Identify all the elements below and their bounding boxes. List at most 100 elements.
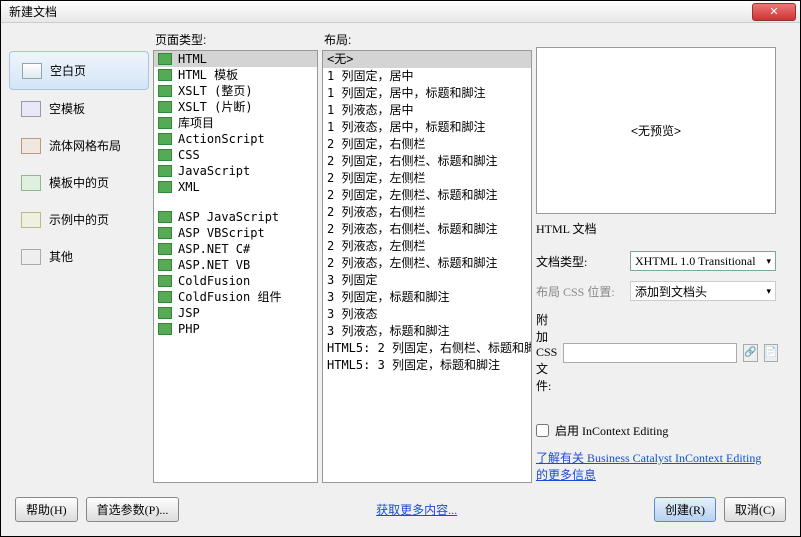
preview-box: <无预览>	[536, 47, 776, 214]
category-label: 空模板	[49, 100, 85, 117]
layout-list[interactable]: <无>1 列固定，居中1 列固定，居中，标题和脚注1 列液态，居中1 列液态，居…	[322, 50, 532, 483]
create-button[interactable]: 创建(R)	[654, 497, 716, 522]
pagetype-item-label: PHP	[178, 322, 200, 336]
layout-item[interactable]: 1 列固定，居中	[323, 68, 531, 85]
layout-item[interactable]: 2 列液态，左侧栏、标题和脚注	[323, 255, 531, 272]
pagetype-item[interactable]: HTML	[154, 51, 317, 67]
file-icon	[158, 165, 172, 177]
pagetype-list[interactable]: HTML HTML 模板 XSLT (整页) XSLT (片断) 库项目 ActionSc…	[153, 50, 318, 483]
ice-link[interactable]: 了解有关 Business Catalyst InContext Editing…	[536, 449, 776, 483]
pagetype-item-label: ASP.NET C#	[178, 242, 250, 256]
pagetype-item-label: JavaScript	[178, 164, 250, 178]
category-label: 空白页	[50, 62, 86, 79]
pagetype-item[interactable]: CSS	[154, 147, 317, 163]
preview-column: <无预览> HTML 文档 文档类型: XHTML 1.0 Transition…	[536, 31, 776, 483]
doctype-select[interactable]: XHTML 1.0 Transitional	[630, 251, 776, 271]
pagetype-item[interactable]: JSP	[154, 305, 317, 321]
pagetype-item-label: HTML	[178, 52, 207, 66]
layout-item[interactable]: 2 列固定，左侧栏、标题和脚注	[323, 187, 531, 204]
pagetype-item[interactable]: ColdFusion	[154, 273, 317, 289]
file-icon	[158, 149, 172, 161]
pagetype-item[interactable]: ActionScript	[154, 131, 317, 147]
file-icon	[158, 243, 172, 255]
layout-item[interactable]: 2 列液态，右侧栏	[323, 204, 531, 221]
link-css-icon[interactable]: 🔗	[743, 344, 757, 362]
category-icon	[22, 63, 42, 79]
layout-item[interactable]: HTML5: 3 列固定，标题和脚注	[323, 357, 531, 374]
prefs-button[interactable]: 首选参数(P)...	[86, 497, 180, 522]
category-label: 模板中的页	[49, 174, 109, 191]
layout-item[interactable]: HTML5: 2 列固定，右侧栏、标题和脚注	[323, 340, 531, 357]
cancel-button[interactable]: 取消(C)	[724, 497, 786, 522]
content-area: 空白页空模板流体网格布局模板中的页示例中的页其他 页面类型: HTML HTML …	[1, 23, 800, 491]
category-item-4[interactable]: 示例中的页	[9, 201, 149, 238]
pagetype-item-label: 库项目	[178, 116, 214, 130]
pagetype-item-label: HTML 模板	[178, 68, 238, 82]
pagetype-item[interactable]: ASP VBScript	[154, 225, 317, 241]
layout-item[interactable]: 2 列液态，右侧栏、标题和脚注	[323, 221, 531, 238]
category-label: 其他	[49, 248, 73, 265]
pagetype-item[interactable]: ASP.NET VB	[154, 257, 317, 273]
pagetype-item-label: JSP	[178, 306, 200, 320]
layout-item[interactable]: 1 列液态，居中，标题和脚注	[323, 119, 531, 136]
layout-item[interactable]: 1 列固定，居中，标题和脚注	[323, 85, 531, 102]
layout-item[interactable]: 1 列液态，居中	[323, 102, 531, 119]
layout-item[interactable]: 3 列固定，标题和脚注	[323, 289, 531, 306]
category-item-2[interactable]: 流体网格布局	[9, 127, 149, 164]
file-icon	[158, 291, 172, 303]
more-content-link[interactable]: 获取更多内容...	[376, 501, 457, 518]
category-label: 流体网格布局	[49, 137, 121, 154]
pagetype-item-label: ActionScript	[178, 132, 265, 146]
category-item-5[interactable]: 其他	[9, 238, 149, 275]
layout-item[interactable]: <无>	[323, 51, 531, 68]
pagetype-item-label: ColdFusion 组件	[178, 290, 281, 304]
pagetype-item[interactable]: ASP.NET C#	[154, 241, 317, 257]
pagetype-item[interactable]: PHP	[154, 321, 317, 337]
attach-css-input[interactable]	[563, 343, 737, 363]
category-item-1[interactable]: 空模板	[9, 90, 149, 127]
doctype-row: 文档类型: XHTML 1.0 Transitional	[536, 251, 776, 271]
pagetype-item-label: XSLT (片断)	[178, 100, 253, 114]
footer: 帮助(H) 首选参数(P)... 获取更多内容... 创建(R) 取消(C)	[1, 491, 800, 527]
category-icon	[21, 175, 41, 191]
file-icon	[158, 101, 172, 113]
pagetype-item-label: ASP JavaScript	[178, 210, 279, 224]
pagetype-item-label: XML	[178, 180, 200, 194]
category-item-3[interactable]: 模板中的页	[9, 164, 149, 201]
enable-ice-checkbox[interactable]	[536, 424, 549, 437]
pagetype-item[interactable]: HTML 模板	[154, 67, 317, 83]
pagetype-item-label: ASP.NET VB	[178, 258, 250, 272]
close-button[interactable]: ✕	[752, 3, 796, 21]
pagetype-item[interactable]: XSLT (片断)	[154, 99, 317, 115]
layout-item[interactable]: 2 列液态，左侧栏	[323, 238, 531, 255]
pagetype-item[interactable]: XSLT (整页)	[154, 83, 317, 99]
help-button[interactable]: 帮助(H)	[15, 497, 78, 522]
file-icon	[158, 227, 172, 239]
file-icon	[158, 69, 172, 81]
layout-item[interactable]: 2 列固定，右侧栏	[323, 136, 531, 153]
pagetype-item[interactable]: 库项目	[154, 115, 317, 131]
pagetype-item[interactable]: JavaScript	[154, 163, 317, 179]
preview-placeholder: <无预览>	[631, 122, 681, 139]
pagetype-item[interactable]: XML	[154, 179, 317, 195]
file-icon	[158, 275, 172, 287]
layout-item[interactable]: 2 列固定，右侧栏、标题和脚注	[323, 153, 531, 170]
browse-css-icon[interactable]: 📄	[764, 344, 778, 362]
category-label: 示例中的页	[49, 211, 109, 228]
pagetype-label: 页面类型:	[153, 31, 318, 48]
ice-row: 启用 InContext Editing	[536, 422, 776, 439]
layout-item[interactable]: 3 列液态，标题和脚注	[323, 323, 531, 340]
layout-css-row: 布局 CSS 位置: 添加到文档头	[536, 281, 776, 301]
pagetype-item-label: ColdFusion	[178, 274, 250, 288]
layout-item[interactable]: 3 列液态	[323, 306, 531, 323]
pagetype-item[interactable]: ASP JavaScript	[154, 209, 317, 225]
file-icon	[158, 323, 172, 335]
layout-css-label: 布局 CSS 位置:	[536, 283, 624, 300]
pagetype-item-label: XSLT (整页)	[178, 84, 253, 98]
pagetype-item[interactable]: ColdFusion 组件	[154, 289, 317, 305]
category-item-0[interactable]: 空白页	[9, 51, 149, 90]
file-icon	[158, 211, 172, 223]
attach-css-label: 附加 CSS 文件:	[536, 311, 557, 394]
layout-item[interactable]: 2 列固定，左侧栏	[323, 170, 531, 187]
layout-item[interactable]: 3 列固定	[323, 272, 531, 289]
